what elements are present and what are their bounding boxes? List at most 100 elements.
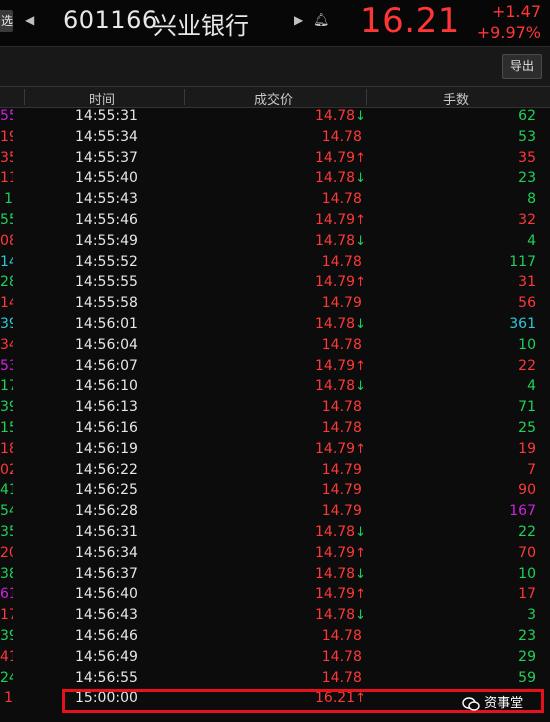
price-value: 14.78: [315, 170, 356, 187]
table-row[interactable]: 61 14:56:40 14.79↑ 17: [0, 584, 550, 605]
prev-volume-cell: 38: [0, 565, 13, 582]
prev-volume-cell: 28: [0, 274, 13, 291]
time-cell: 14:55:37: [75, 149, 138, 166]
table-row[interactable]: 20 14:56:34 14.79↑ 70: [0, 543, 550, 564]
price-cell: 14.78: [322, 127, 366, 149]
price-value: 14.78: [321, 648, 362, 665]
next-stock-arrow-icon[interactable]: ▶: [294, 13, 303, 27]
table-row[interactable]: 35 14:55:37 14.79↑ 35: [0, 148, 550, 169]
price-value: 14.78: [321, 669, 362, 686]
time-cell: 14:55:55: [75, 274, 138, 291]
price-value: 14.78: [315, 108, 356, 124]
time-cell: 14:55:46: [75, 212, 138, 228]
arrow-up-icon: ↑: [355, 275, 366, 291]
table-row[interactable]: 14 14:55:58 14.79 56: [0, 293, 550, 314]
table-row[interactable]: 41 14:56:25 14.79 90: [0, 480, 550, 501]
table-row[interactable]: 11 14:55:40 14.78↓ 23: [0, 168, 550, 189]
table-row[interactable]: 14 14:55:52 14.78 117: [0, 252, 550, 273]
price-cell: 14.78: [322, 647, 366, 669]
prev-volume-cell: 24: [0, 669, 13, 686]
price-value: 14.78: [315, 378, 356, 395]
price-cell: 14.78↓: [315, 106, 366, 128]
time-cell: 14:56:19: [75, 440, 138, 457]
table-row[interactable]: 18 14:56:19 14.79↑ 19: [0, 439, 550, 460]
price-cell: 14.78↓: [315, 314, 366, 336]
table-row[interactable]: 39 14:56:13 14.78 71: [0, 397, 550, 418]
table-row[interactable]: 39 14:56:46 14.78 23: [0, 626, 550, 647]
table-row[interactable]: 41 14:56:49 14.78 29: [0, 647, 550, 668]
time-cell: 14:55:52: [75, 253, 138, 270]
price-value: 14.79: [315, 586, 356, 603]
wechat-icon: [462, 696, 480, 711]
arrow-down-icon: ↓: [355, 566, 366, 582]
prev-volume-cell: 61: [0, 586, 13, 603]
prev-volume-cell: 15: [0, 420, 13, 436]
table-row[interactable]: 39 14:56:01 14.78↓ 361: [0, 314, 550, 335]
prev-volume-cell: 02: [0, 461, 13, 478]
price-change: +1.47: [491, 2, 541, 21]
volume-cell: 10: [518, 336, 536, 353]
arrow-up-icon: ↑: [355, 150, 366, 166]
price-value: 14.79: [315, 274, 356, 291]
table-row[interactable]: 17 14:56:10 14.78↓ 4: [0, 376, 550, 397]
export-button[interactable]: 导出: [502, 54, 542, 79]
volume-cell: 4: [527, 378, 536, 395]
arrow-down-icon: ↓: [355, 379, 366, 395]
arrow-placeholder: [362, 671, 366, 686]
price-cell: 14.79↑: [315, 584, 366, 606]
price-value: 14.79: [321, 295, 362, 312]
column-divider: [184, 89, 185, 105]
table-row[interactable]: 24 14:56:55 14.78 59: [0, 668, 550, 689]
table-row[interactable]: 28 14:55:55 14.79↑ 31: [0, 272, 550, 293]
column-divider: [24, 89, 25, 105]
table-row[interactable]: 35 14:56:31 14.78↓ 22: [0, 522, 550, 543]
prev-volume-cell: 39: [0, 399, 13, 416]
price-cell: 14.78↓: [315, 376, 366, 398]
volume-cell: 71: [518, 399, 536, 416]
prev-volume-cell: 14: [0, 253, 13, 270]
price-cell: 14.79↑: [315, 148, 366, 170]
table-row[interactable]: 19 14:55:34 14.78 53: [0, 127, 550, 148]
price-value: 14.79: [321, 503, 362, 520]
prev-volume-cell: 11: [0, 170, 13, 187]
price-value: 14.78: [321, 128, 362, 145]
arrow-down-icon: ↓: [355, 171, 366, 187]
price-value: 14.78: [321, 399, 362, 416]
table-row[interactable]: 38 14:56:37 14.78↓ 10: [0, 564, 550, 585]
volume-cell: 23: [518, 628, 536, 644]
volume-cell: 22: [518, 524, 536, 540]
table-row[interactable]: 15 14:56:16 14.78 25: [0, 418, 550, 439]
price-value: 14.78: [315, 232, 356, 249]
table-row[interactable]: 08 14:55:49 14.78↓ 4: [0, 231, 550, 252]
time-cell: 14:56:34: [75, 544, 138, 561]
arrow-placeholder: [362, 504, 366, 519]
prev-volume-cell: 53: [0, 357, 13, 374]
table-row[interactable]: 53 14:56:07 14.79↑ 22: [0, 356, 550, 377]
price-change-percent: +9.97%: [476, 23, 541, 42]
table-row[interactable]: 02 14:56:22 14.79 7: [0, 460, 550, 481]
time-cell: 14:56:16: [75, 420, 138, 436]
arrow-down-icon: ↓: [355, 233, 366, 249]
time-cell: 14:56:31: [75, 524, 138, 540]
price-cell: 14.78: [322, 418, 366, 440]
watchlist-select-button[interactable]: 选: [0, 10, 13, 32]
prev-stock-arrow-icon[interactable]: ◀: [25, 13, 34, 27]
price-cell: 14.79↑: [315, 210, 366, 232]
table-row[interactable]: 55 14:55:46 14.79↑ 32: [0, 210, 550, 231]
table-row[interactable]: 55 14:55:31 14.78↓ 62: [0, 106, 550, 127]
table-row[interactable]: 54 14:56:28 14.79 167: [0, 501, 550, 522]
arrow-up-icon: ↑: [355, 587, 366, 603]
alert-bell-icon[interactable]: 🔔︎: [313, 13, 330, 28]
arrow-placeholder: [362, 483, 366, 498]
price-cell: 14.78↓: [315, 231, 366, 253]
arrow-placeholder: [362, 338, 366, 353]
table-row[interactable]: 17 14:56:43 14.78↓ 3: [0, 605, 550, 626]
prev-volume-cell: 08: [0, 232, 13, 249]
prev-volume-cell: 35: [0, 149, 13, 166]
prev-volume-cell: 17: [0, 607, 13, 624]
price-value: 14.79: [315, 544, 356, 561]
table-row[interactable]: 1 14:55:43 14.78 8: [0, 189, 550, 210]
table-row[interactable]: 34 14:56:04 14.78 10: [0, 335, 550, 356]
volume-cell: 19: [518, 440, 536, 457]
price-value: 14.79: [321, 482, 362, 499]
